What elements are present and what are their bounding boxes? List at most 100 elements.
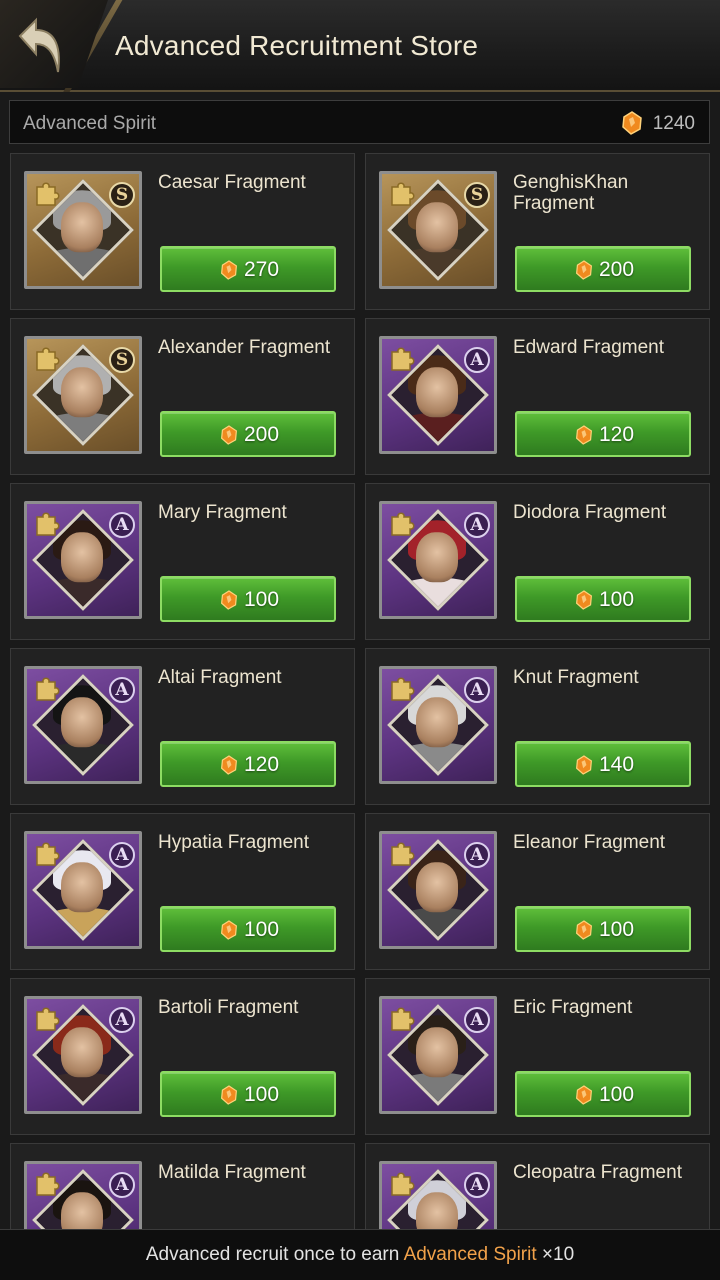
store-item-card: A Edward Fragment 120 [365,318,710,475]
buy-button[interactable]: 100 [160,1071,336,1117]
hero-portrait[interactable]: A [379,336,497,454]
footer-bar: Advanced recruit once to earn Advanced S… [0,1229,720,1280]
footer-suffix: ×10 [536,1244,575,1265]
currency-label: Advanced Spirit [23,113,157,134]
item-price: 100 [599,588,635,611]
store-item-card: A Diodora Fragment 100 [365,483,710,640]
rank-badge: A [109,677,135,703]
store-item-card: S Caesar Fragment 270 [10,153,355,310]
footer-message: Advanced recruit once to earn Advanced S… [0,1244,720,1266]
hero-body [396,578,480,611]
buy-button[interactable]: 140 [515,741,691,787]
store-item-card: A Eleanor Fragment 100 [365,813,710,970]
item-price: 100 [244,588,280,611]
item-name: Eric Fragment [513,997,633,1018]
hero-portrait[interactable]: S [24,171,142,289]
hero-portrait[interactable]: A [379,996,497,1114]
store-item-card: A Altai Fragment 120 [10,648,355,805]
rank-badge: A [464,677,490,703]
rank-badge: A [464,512,490,538]
item-name: Eleanor Fragment [513,832,666,853]
hero-face [61,367,103,418]
hero-portrait[interactable]: A [379,831,497,949]
item-price: 100 [599,1083,635,1106]
buy-button[interactable]: 120 [160,741,336,787]
buy-button[interactable]: 100 [515,906,691,952]
buy-button[interactable]: 100 [515,1071,691,1117]
hero-body [41,908,125,941]
buy-button[interactable]: 100 [515,576,691,622]
hero-portrait[interactable]: A [24,666,142,784]
hero-face [416,532,458,583]
hero-face [416,1027,458,1078]
item-name: Matilda Fragment [158,1162,306,1183]
rank-badge: A [109,842,135,868]
hero-portrait[interactable]: A [24,831,142,949]
currency-bar: Advanced Spirit 1240 [9,100,710,144]
hero-body [396,1073,480,1106]
hero-body [41,578,125,611]
item-name: Edward Fragment [513,337,665,358]
item-name: Diodora Fragment [513,502,667,523]
spirit-gem-icon [575,755,593,780]
hero-body [41,743,125,776]
spirit-gem-icon [220,920,238,945]
item-name: Bartoli Fragment [158,997,299,1018]
store-item-card: S Alexander Fragment 200 [10,318,355,475]
hero-face [61,862,103,913]
page-title: Advanced Recruitment Store [115,30,479,61]
buy-button[interactable]: 100 [160,576,336,622]
store-item-card: A Knut Fragment 140 [365,648,710,805]
rank-badge: S [464,182,490,208]
hero-face [61,1027,103,1078]
store-item-card: A Hypatia Fragment 100 [10,813,355,970]
buy-button[interactable]: 200 [515,246,691,292]
hero-portrait[interactable]: S [24,336,142,454]
hero-face [416,862,458,913]
hero-face [416,367,458,418]
hero-portrait[interactable]: A [24,501,142,619]
item-price: 140 [599,753,635,776]
buy-button[interactable]: 120 [515,411,691,457]
item-price: 200 [244,423,280,446]
rank-badge: A [109,512,135,538]
store-item-card: A Eric Fragment 100 [365,978,710,1135]
spirit-gem-icon [220,260,238,285]
item-price: 270 [244,258,280,281]
hero-body [396,908,480,941]
footer-highlight: Advanced Spirit [403,1244,537,1265]
hero-face [61,532,103,583]
hero-body [41,1073,125,1106]
hero-portrait[interactable]: S [379,171,497,289]
spirit-gem-icon [575,260,593,285]
buy-button[interactable]: 100 [160,906,336,952]
header-bar: Advanced Recruitment Store [0,0,720,92]
spirit-gem-icon [575,425,593,450]
hero-face [416,202,458,253]
hero-portrait[interactable]: A [379,501,497,619]
rank-badge: S [109,182,135,208]
spirit-gem-icon [575,920,593,945]
back-button[interactable] [0,0,108,88]
footer-prefix: Advanced recruit once to earn [145,1244,404,1265]
item-price: 100 [244,1083,280,1106]
item-name: GenghisKhan Fragment [513,172,629,214]
hero-body [396,413,480,446]
hero-body [41,413,125,446]
item-price: 100 [244,918,280,941]
hero-portrait[interactable]: A [24,996,142,1114]
rank-badge: A [109,1007,135,1033]
back-arrow-icon [18,17,60,73]
item-name: Altai Fragment [158,667,282,688]
hero-face [61,697,103,748]
buy-button[interactable]: 200 [160,411,336,457]
hero-body [41,248,125,281]
item-name: Cleopatra Fragment [513,1162,682,1183]
buy-button[interactable]: 270 [160,246,336,292]
hero-body [396,743,480,776]
spirit-gem-icon [220,1085,238,1110]
item-price: 200 [599,258,635,281]
item-price: 100 [599,918,635,941]
item-price: 120 [244,753,280,776]
hero-portrait[interactable]: A [379,666,497,784]
